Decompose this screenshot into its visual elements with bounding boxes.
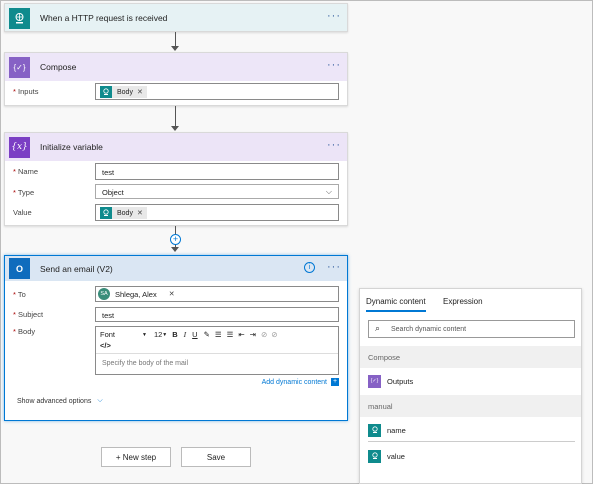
dynamic-item-value[interactable]: value bbox=[368, 448, 405, 464]
indent-icon[interactable]: ⇥ bbox=[250, 330, 256, 339]
info-icon[interactable]: i bbox=[304, 262, 315, 273]
value-field[interactable]: Body ✕ bbox=[95, 204, 339, 221]
bold-icon[interactable]: B bbox=[172, 330, 177, 339]
section-manual: manual bbox=[360, 395, 581, 417]
type-select[interactable]: Object ⌵ bbox=[95, 184, 339, 199]
body-token[interactable]: Body ✕ bbox=[100, 207, 147, 219]
section-compose: Compose bbox=[360, 346, 581, 368]
add-dynamic-icon: + bbox=[331, 378, 339, 386]
inputs-label: * Inputs bbox=[13, 87, 39, 96]
compose-more-icon[interactable]: ··· bbox=[327, 60, 341, 71]
http-token-icon bbox=[100, 207, 112, 219]
body-placeholder: Specify the body of the mail bbox=[102, 360, 188, 367]
avatar: SA bbox=[98, 288, 110, 300]
http-request-icon bbox=[368, 449, 381, 463]
highlight-pen-icon[interactable]: ✎ bbox=[204, 330, 210, 339]
to-field[interactable]: SA Shlega, Alex ✕ bbox=[95, 286, 339, 302]
compose-icon: {✓} bbox=[9, 56, 30, 78]
chevron-down-icon: ▼ bbox=[162, 331, 168, 338]
recipient-chip[interactable]: SA Shlega, Alex ✕ bbox=[98, 288, 175, 300]
tab-dynamic-content[interactable]: Dynamic content bbox=[366, 297, 426, 312]
outdent-icon[interactable]: ⇤ bbox=[238, 330, 244, 339]
compose-icon: {✓} bbox=[368, 374, 381, 388]
font-select[interactable]: Font bbox=[100, 330, 142, 339]
body-token[interactable]: Body ✕ bbox=[100, 86, 147, 98]
type-label: * Type bbox=[13, 188, 35, 197]
add-dynamic-content-link[interactable]: Add dynamic content + bbox=[262, 378, 339, 386]
body-editor[interactable]: Font ▼ 12 ▼ B I U ✎ ☰ ☰ ⇤ ⇥ ⊘ ⊘ </> Spec… bbox=[95, 326, 339, 375]
name-label: * Name bbox=[13, 167, 39, 176]
body-divider bbox=[96, 353, 338, 354]
body-label: * Body bbox=[13, 327, 36, 336]
remove-recipient-icon[interactable]: ✕ bbox=[169, 290, 175, 298]
unlink-icon[interactable]: ⊘ bbox=[271, 330, 277, 339]
variable-icon: {x} bbox=[9, 136, 30, 158]
name-field[interactable]: test bbox=[95, 163, 339, 180]
numbered-list-icon[interactable]: ☰ bbox=[215, 330, 222, 339]
http-request-icon bbox=[9, 7, 30, 29]
subject-field[interactable]: test bbox=[95, 307, 339, 322]
dynamic-item-name[interactable]: name bbox=[368, 422, 406, 438]
initialize-variable-title: Initialize variable bbox=[40, 142, 103, 152]
font-size-select[interactable]: 12 bbox=[154, 330, 162, 339]
new-step-button[interactable]: + New step bbox=[101, 447, 171, 467]
connector-line bbox=[175, 32, 176, 47]
search-icon: ⌕ bbox=[375, 323, 381, 333]
trigger-card[interactable]: When a HTTP request is received ··· bbox=[4, 3, 348, 32]
underline-icon[interactable]: U bbox=[192, 330, 197, 339]
http-token-icon bbox=[100, 86, 112, 98]
save-button[interactable]: Save bbox=[181, 447, 251, 467]
compose-title: Compose bbox=[40, 62, 77, 72]
add-step-icon[interactable]: + bbox=[170, 234, 181, 245]
trigger-title: When a HTTP request is received bbox=[40, 13, 168, 23]
connector-line bbox=[175, 106, 176, 126]
to-label: * To bbox=[13, 290, 26, 299]
dynamic-item-outputs[interactable]: {✓} Outputs bbox=[368, 373, 413, 389]
list-divider bbox=[368, 441, 575, 442]
inputs-field[interactable]: Body ✕ bbox=[95, 83, 339, 100]
bullet-list-icon[interactable]: ☰ bbox=[227, 330, 234, 339]
chevron-down-icon: ▼ bbox=[142, 331, 147, 338]
dynamic-search-input[interactable]: ⌕ Search dynamic content bbox=[368, 320, 575, 338]
link-icon[interactable]: ⊘ bbox=[261, 330, 267, 339]
value-label: Value bbox=[13, 208, 32, 217]
italic-icon[interactable]: I bbox=[184, 330, 187, 339]
connector-arrow bbox=[171, 247, 179, 252]
trigger-more-icon[interactable]: ··· bbox=[327, 11, 341, 22]
compose-card[interactable]: {✓} Compose ··· * Inputs Body ✕ bbox=[4, 52, 348, 106]
dynamic-content-panel: Dynamic content Expression ⌕ Search dyna… bbox=[359, 288, 582, 484]
chevron-down-icon: ⌵ bbox=[325, 187, 332, 196]
initialize-variable-card[interactable]: {x} Initialize variable ··· * Name test … bbox=[4, 132, 348, 226]
tab-expression[interactable]: Expression bbox=[443, 297, 483, 306]
subject-label: * Subject bbox=[13, 310, 44, 319]
remove-token-icon[interactable]: ✕ bbox=[137, 209, 143, 217]
variable-more-icon[interactable]: ··· bbox=[327, 140, 341, 151]
outlook-icon: O bbox=[9, 258, 30, 279]
show-advanced-options[interactable]: Show advanced options ⌵ bbox=[17, 397, 103, 405]
send-email-card[interactable]: O Send an email (V2) i ··· * To SA Shleg… bbox=[4, 255, 348, 421]
connector-arrow bbox=[171, 46, 179, 51]
remove-token-icon[interactable]: ✕ bbox=[137, 88, 143, 96]
code-view-icon[interactable]: </> bbox=[100, 341, 111, 350]
http-request-icon bbox=[368, 423, 381, 437]
email-more-icon[interactable]: ··· bbox=[327, 262, 341, 273]
chevron-down-icon: ⌵ bbox=[97, 397, 103, 404]
formatting-toolbar: Font ▼ 12 ▼ B I U ✎ ☰ ☰ ⇤ ⇥ ⊘ ⊘ bbox=[100, 329, 336, 340]
connector-arrow bbox=[171, 126, 179, 131]
send-email-title: Send an email (V2) bbox=[40, 263, 113, 274]
